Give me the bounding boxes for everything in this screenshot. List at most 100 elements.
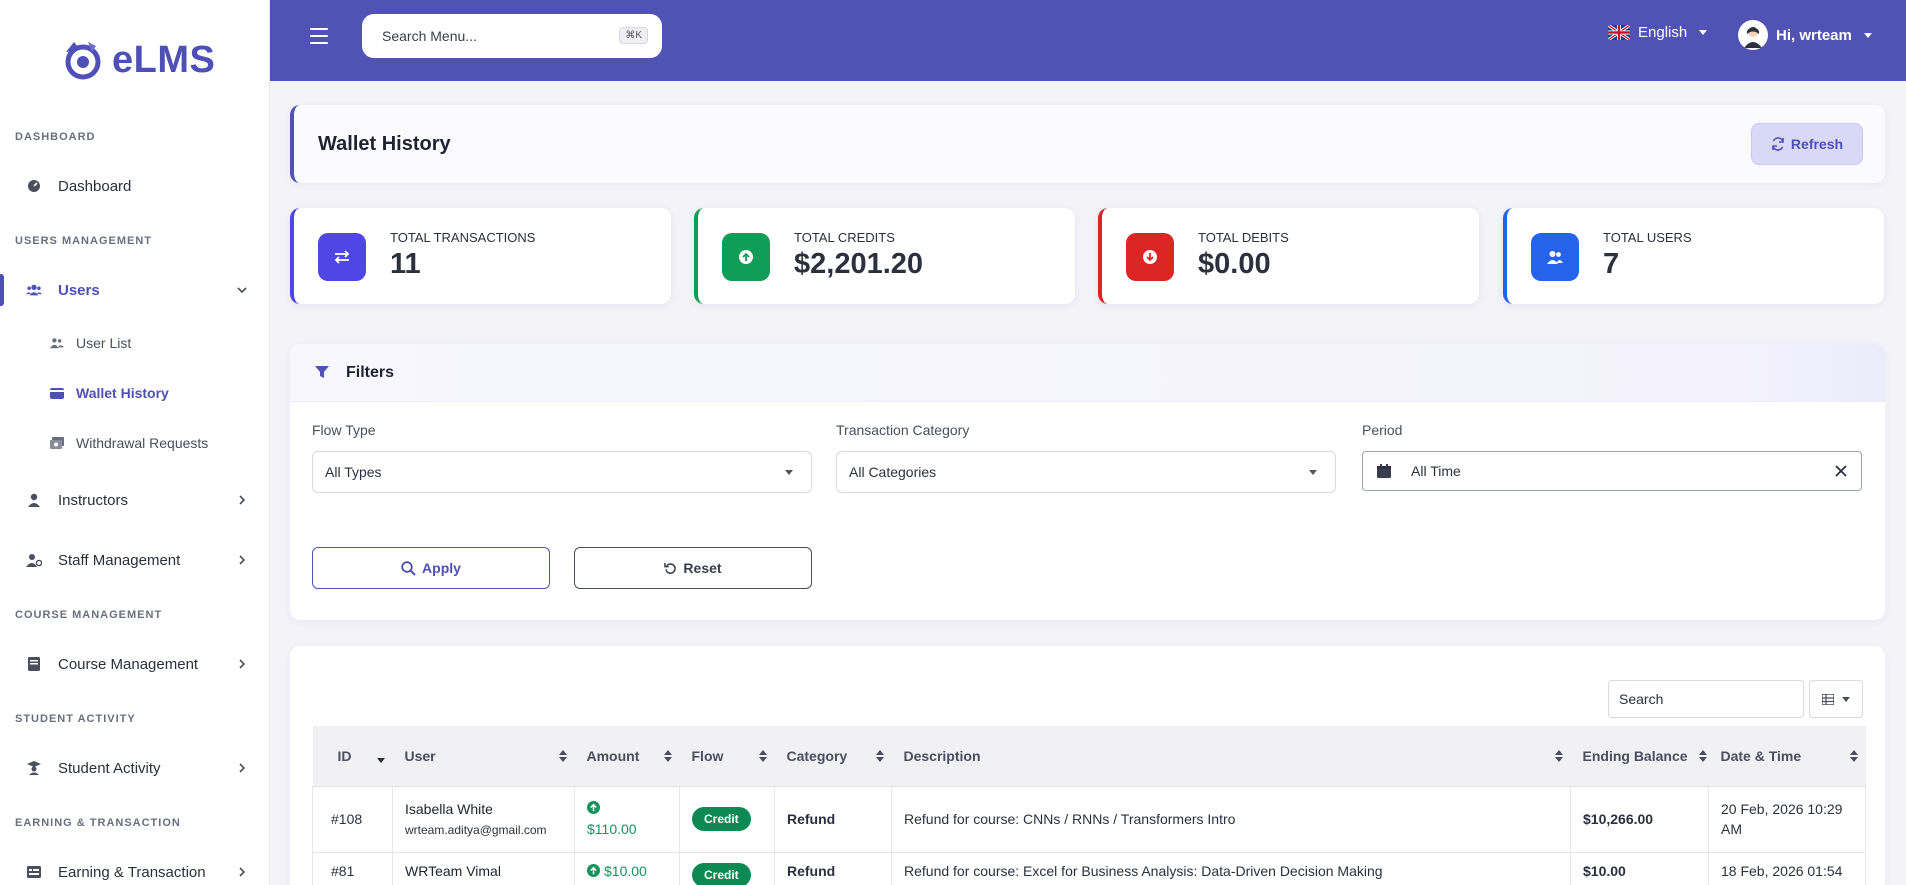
amount-value: $10.00	[604, 862, 647, 879]
user-menu[interactable]: Hi, wrteam	[1738, 20, 1872, 50]
column-header-label: Amount	[586, 747, 640, 764]
clear-icon[interactable]	[1835, 465, 1847, 477]
flow-type-label: Flow Type	[312, 422, 376, 438]
reset-label: Reset	[683, 560, 722, 576]
column-header-date-time[interactable]: Date & Time	[1708, 726, 1866, 787]
filters-header: Filters	[290, 344, 1885, 402]
table-row[interactable]: #108 Isabella White wrteam.aditya@gmail.…	[312, 786, 1866, 853]
sidebar-item-instructors[interactable]: Instructors	[0, 478, 269, 522]
transaction-category-label: Transaction Category	[836, 422, 970, 438]
cell-date-time: 18 Feb, 2026 01:54	[1708, 852, 1866, 885]
filter-icon	[315, 366, 329, 378]
columns-toggle-button[interactable]	[1809, 680, 1863, 718]
sidebar-item-dashboard[interactable]: Dashboard	[0, 164, 269, 208]
dropdown-arrow-icon	[785, 470, 793, 475]
arrow-up-circle-icon	[587, 864, 600, 877]
period-picker[interactable]: All Time	[1362, 451, 1862, 491]
apply-button[interactable]: Apply	[312, 547, 550, 589]
apply-label: Apply	[422, 560, 461, 576]
sidebar-item-label: Staff Management	[58, 551, 181, 569]
sidebar-item-withdrawal-requests[interactable]: Withdrawal Requests	[0, 425, 269, 461]
period-value: All Time	[1411, 463, 1461, 479]
chevron-down-icon	[237, 287, 247, 294]
sort-icon	[663, 750, 672, 762]
search-menu-input[interactable]	[382, 28, 602, 44]
undo-icon	[664, 562, 677, 574]
column-header-id[interactable]: ID	[312, 726, 393, 787]
chevron-right-icon	[239, 555, 246, 565]
sidebar-item-label: Instructors	[58, 491, 129, 509]
stat-label: TOTAL CREDITS	[794, 230, 895, 245]
sidebar-item-label: Course Management	[58, 655, 199, 673]
stat-card-total-transactions: TOTAL TRANSACTIONS 11	[290, 208, 671, 304]
sidebar-item-wallet-history[interactable]: Wallet History	[0, 375, 269, 411]
table-row[interactable]: #81 WRTeam Vimal $10.00 Credit Refund Re…	[312, 852, 1866, 885]
column-header-amount[interactable]: Amount	[574, 726, 680, 787]
hamburger-menu-icon[interactable]	[310, 28, 328, 44]
cell-flow: Credit	[679, 852, 775, 885]
flow-badge: Credit	[692, 862, 751, 885]
cell-id: #108	[312, 786, 393, 853]
filters-title: Filters	[346, 364, 395, 381]
column-header-flow[interactable]: Flow	[679, 726, 775, 787]
language-selector[interactable]: English	[1608, 24, 1708, 41]
column-header-ending-balance[interactable]: Ending Balance	[1570, 726, 1709, 787]
stat-value: $2,201.20	[794, 248, 924, 280]
cell-flow: Credit	[679, 786, 775, 853]
sort-desc-icon	[376, 758, 385, 763]
column-header-description[interactable]: Description	[891, 726, 1571, 787]
sidebar-item-user-list[interactable]: User List	[0, 325, 269, 361]
user-email: wrteam.aditya@gmail.com	[405, 823, 547, 837]
stat-card-total-debits: TOTAL DEBITS $0.00	[1098, 208, 1479, 304]
transaction-category-value: All Categories	[849, 464, 937, 480]
users-icon	[26, 282, 42, 298]
cell-description: Refund for course: Excel for Business An…	[891, 852, 1571, 885]
chevron-right-icon	[239, 763, 246, 773]
table-grid-icon	[1822, 693, 1834, 705]
column-header-label: Description	[903, 747, 981, 764]
topbar: ⌘K English Hi, wrteam	[270, 0, 1906, 81]
stat-value: 11	[390, 248, 421, 280]
stat-card-total-users: TOTAL USERS 7	[1503, 208, 1884, 304]
flow-type-select[interactable]: All Types	[312, 451, 812, 493]
sidebar-item-label: Users	[58, 281, 100, 299]
brand-logo[interactable]: eLMS	[58, 36, 215, 84]
transactions-table-card: ID User Amount Flow Category Description…	[290, 646, 1885, 885]
cell-description: Refund for course: CNNs / RNNs / Transfo…	[891, 786, 1571, 853]
cell-amount: $110.00	[574, 786, 680, 853]
sidebar-item-label: Dashboard	[58, 177, 132, 195]
chevron-right-icon	[239, 867, 246, 877]
period-label: Period	[1362, 422, 1403, 438]
table-search-input[interactable]	[1608, 680, 1804, 718]
search-menu-box[interactable]: ⌘K	[362, 14, 662, 58]
sidebar-item-earning-transaction[interactable]: Earning & Transaction	[0, 850, 269, 885]
column-header-label: Category	[786, 747, 848, 764]
refresh-button[interactable]: Refresh	[1751, 123, 1863, 165]
transaction-category-select[interactable]: All Categories	[836, 451, 1336, 493]
avatar	[1738, 20, 1768, 50]
sidebar-item-label: Student Activity	[58, 759, 161, 777]
stat-label: TOTAL TRANSACTIONS	[390, 230, 536, 245]
column-header-category[interactable]: Category	[774, 726, 892, 787]
sidebar-item-student-activity[interactable]: Student Activity	[0, 746, 269, 790]
cell-ending-balance: $10.00	[1570, 852, 1709, 885]
cell-category: Refund	[774, 852, 892, 885]
column-header-user[interactable]: User	[392, 726, 575, 787]
arrow-up-circle-icon	[587, 801, 600, 814]
sidebar-item-label: Wallet History	[76, 385, 169, 401]
cell-id: #81	[312, 852, 393, 885]
caret-down-icon	[1842, 696, 1850, 702]
cell-user: Isabella White wrteam.aditya@gmail.com	[392, 786, 575, 853]
table-header-row: ID User Amount Flow Category Description…	[312, 726, 1866, 787]
column-header-label: Flow	[691, 747, 724, 764]
sidebar-item-users[interactable]: Users	[0, 268, 269, 312]
arrow-up-circle-icon	[722, 233, 770, 281]
sidebar-item-course-management[interactable]: Course Management	[0, 642, 269, 686]
student-icon	[26, 760, 42, 776]
reset-button[interactable]: Reset	[574, 547, 812, 589]
arrow-down-circle-icon	[1126, 233, 1174, 281]
language-label: English	[1638, 24, 1688, 41]
section-label-dashboard: DASHBOARD	[15, 131, 96, 143]
sort-icon	[758, 750, 767, 762]
sidebar-item-staff-management[interactable]: Staff Management	[0, 538, 269, 582]
